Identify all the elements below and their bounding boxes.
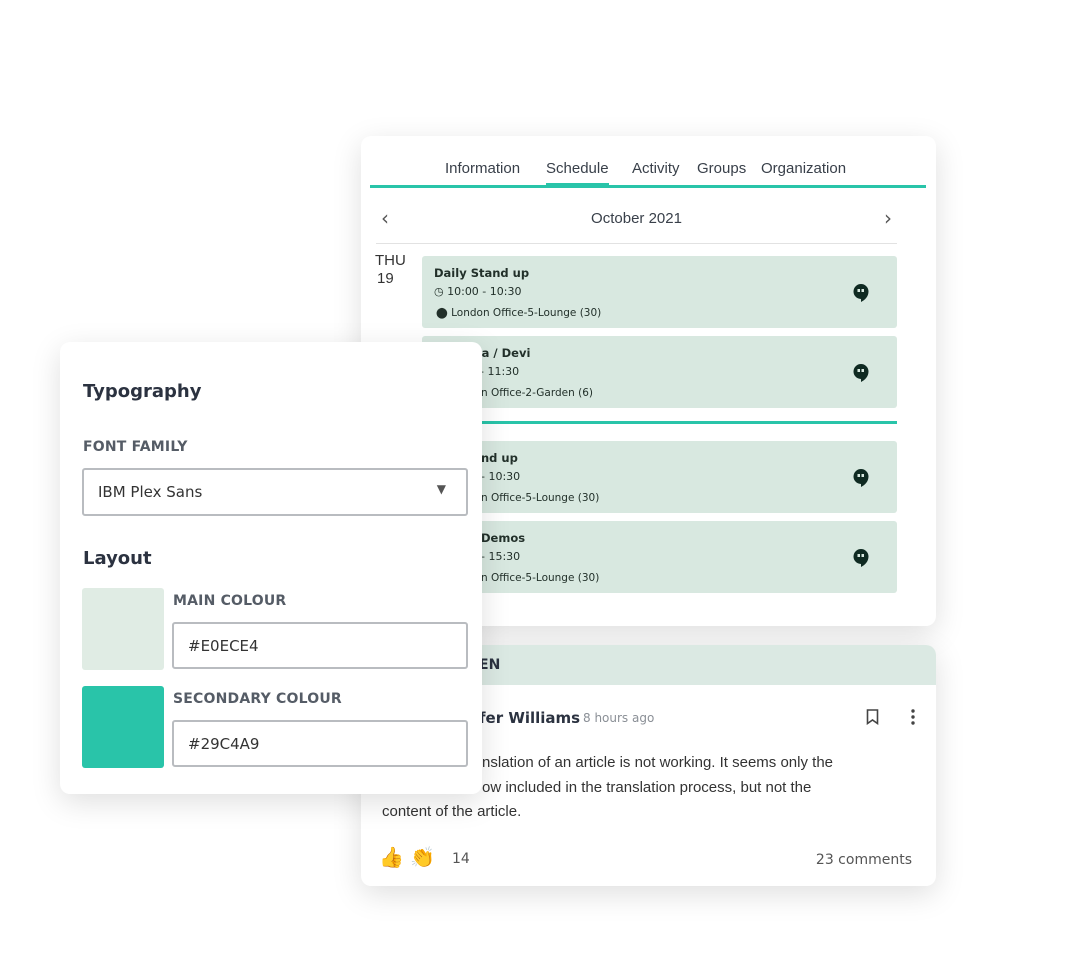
event-card[interactable]: Daily Stand up ◷ 10:00 - 10:30 ⬤ London … (422, 256, 897, 328)
timestamp: 8 hours ago (583, 711, 655, 725)
month-label: October 2021 (591, 210, 682, 227)
tab-bar: Information Schedule Activity Groups Org… (370, 136, 926, 188)
author-name[interactable]: fer Williams (479, 709, 580, 727)
event-card[interactable]: ra / Devi - 11:30 n Office-2-Garden (6) (422, 336, 897, 408)
chevron-right-icon[interactable]: › (884, 206, 892, 230)
main-colour-swatch[interactable] (82, 588, 164, 670)
event-location-text: London Office-5-Lounge (30) (451, 307, 602, 319)
main-colour-value: #E0ECE4 (188, 636, 259, 655)
event-time: ◷ 10:00 - 10:30 (434, 285, 521, 298)
event-time: - 15:30 (481, 550, 521, 563)
layout-heading: Layout (83, 548, 152, 569)
main-colour-label: MAIN COLOUR (173, 593, 287, 609)
day-number: 19 (377, 270, 394, 287)
day-name: THU (375, 252, 406, 269)
reactions[interactable]: 👍 👏 (379, 845, 435, 869)
day-divider (422, 421, 897, 424)
secondary-colour-value: #29C4A9 (188, 734, 260, 753)
event-title: Demos (481, 531, 526, 545)
event-time: - 11:30 (480, 365, 520, 378)
event-title: Daily Stand up (434, 266, 530, 280)
day-label: THU 19 (375, 252, 406, 288)
language-label: EN (479, 657, 501, 673)
secondary-colour-label: SECONDARY COLOUR (173, 691, 342, 707)
hangouts-icon[interactable] (853, 364, 869, 382)
hangouts-icon[interactable] (853, 549, 869, 567)
tab-groups[interactable]: Groups (697, 160, 746, 177)
tab-organization[interactable]: Organization (761, 160, 846, 177)
event-time-text: 10:00 - 10:30 (447, 285, 522, 298)
thumbs-up-icon[interactable]: 👍 (379, 845, 404, 869)
event-location: n Office-2-Garden (6) (481, 387, 593, 399)
location-pin-icon: ⬤ (436, 307, 448, 319)
typography-panel: Typography FONT FAMILY IBM Plex Sans ▼ L… (60, 342, 482, 794)
event-location: ⬤ London Office-5-Lounge (30) (436, 307, 601, 319)
clock-icon: ◷ (434, 285, 444, 298)
more-options-icon[interactable] (910, 709, 916, 725)
secondary-colour-swatch[interactable] (82, 686, 164, 768)
event-time: - 10:30 (481, 470, 521, 483)
tab-information[interactable]: Information (445, 160, 520, 177)
month-navigator: ‹ October 2021 › (376, 206, 897, 244)
main-colour-input[interactable]: #E0ECE4 (172, 622, 468, 669)
clapping-icon[interactable]: 👏 (410, 845, 435, 869)
font-family-label: FONT FAMILY (83, 439, 188, 455)
font-family-value: IBM Plex Sans (98, 483, 203, 501)
event-location: n Office-5-Lounge (30) (481, 492, 600, 504)
comments-link[interactable]: 23 comments (816, 852, 912, 868)
caret-down-icon: ▼ (436, 482, 446, 496)
event-card[interactable]: nd up - 10:30 n Office-5-Lounge (30) (422, 441, 897, 513)
typography-heading: Typography (83, 381, 202, 402)
hangouts-icon[interactable] (853, 284, 869, 302)
reaction-count: 14 (452, 851, 470, 867)
event-location: n Office-5-Lounge (30) (481, 572, 600, 584)
font-family-select[interactable]: IBM Plex Sans ▼ (82, 468, 468, 516)
tab-activity[interactable]: Activity (632, 160, 680, 177)
comment-line: content of the article. (382, 803, 522, 820)
secondary-colour-input[interactable]: #29C4A9 (172, 720, 468, 767)
event-title: nd up (481, 451, 518, 465)
event-card[interactable]: Demos - 15:30 n Office-5-Lounge (30) (422, 521, 897, 593)
hangouts-icon[interactable] (853, 469, 869, 487)
event-title: ra / Devi (476, 346, 531, 360)
bookmark-icon[interactable] (866, 709, 879, 725)
tab-schedule[interactable]: Schedule (546, 160, 609, 188)
